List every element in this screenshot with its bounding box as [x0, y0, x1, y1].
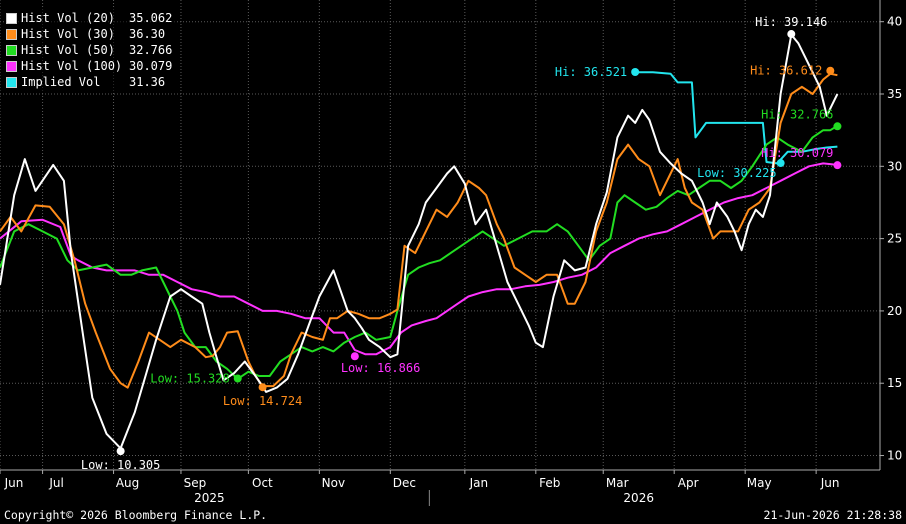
- annotation-label: Low: 30.225: [697, 166, 776, 180]
- legend-value: 32.766: [129, 43, 173, 57]
- year-label: 2026: [623, 491, 654, 505]
- legend-name: Implied Vol: [21, 75, 101, 89]
- x-tick-label: Feb: [539, 476, 560, 490]
- legend-swatch: [6, 76, 17, 88]
- annotation-label: Low: 10.305: [81, 458, 160, 472]
- legend-value: 31.36: [129, 75, 166, 89]
- legend-swatch: [6, 28, 17, 40]
- y-tick-label: 40: [887, 15, 902, 29]
- series-line: [0, 124, 838, 380]
- legend-item[interactable]: Implied Vol 31.36: [6, 74, 172, 90]
- annotation-marker: [631, 68, 640, 77]
- annotation-marker: [826, 66, 835, 75]
- annotation-marker: [258, 383, 267, 392]
- annotation-marker: [787, 30, 796, 39]
- y-tick-label: 25: [887, 232, 902, 246]
- annotation-marker: [833, 122, 842, 131]
- legend-item[interactable]: Hist Vol (20) 35.062: [6, 10, 172, 26]
- x-tick-label: Sep: [184, 476, 207, 490]
- annotation-label: Hi: 32.766: [761, 107, 833, 121]
- legend-value: 36.30: [129, 27, 166, 41]
- annotation-marker: [233, 374, 242, 383]
- annotation-marker: [833, 161, 842, 170]
- y-tick-label: 15: [887, 376, 902, 390]
- x-tick-label: Oct: [252, 476, 273, 490]
- legend-name: Hist Vol (20): [21, 11, 115, 25]
- x-tick-label: Jul: [48, 476, 63, 490]
- y-tick-label: 20: [887, 304, 902, 318]
- timestamp-text: 21-Jun-2026 21:28:38: [763, 508, 902, 522]
- legend-swatch: [6, 60, 17, 72]
- x-tick-label: Nov: [322, 476, 345, 490]
- legend-item[interactable]: Hist Vol (100) 30.079: [6, 58, 172, 74]
- annotation-label: Hi: 30.079: [761, 146, 833, 160]
- year-label: 2025: [194, 491, 225, 505]
- legend-swatch: [6, 12, 17, 24]
- legend-name: Hist Vol (30): [21, 27, 115, 41]
- annotation-label: Low: 14.724: [223, 394, 302, 408]
- annotation-marker: [116, 447, 125, 456]
- legend-swatch: [6, 44, 17, 56]
- legend-name: Hist Vol (100): [21, 59, 123, 73]
- annotation-label: Hi: 39.146: [755, 15, 827, 29]
- chart-legend: Hist Vol (20) 35.062 Hist Vol (30) 36.30…: [4, 8, 177, 92]
- x-tick-label: Jun: [820, 476, 840, 490]
- x-tick-label: Aug: [116, 476, 139, 490]
- annotation-label: Hi: 36.521: [555, 65, 627, 79]
- x-tick-label: Jan: [469, 476, 489, 490]
- legend-value: 30.079: [129, 59, 173, 73]
- y-tick-label: 35: [887, 87, 902, 101]
- x-tick-label: Dec: [393, 476, 416, 490]
- x-tick-label: Mar: [606, 476, 629, 490]
- annotation-label: Hi: 36.612: [750, 64, 822, 78]
- y-tick-label: 10: [887, 449, 902, 463]
- annotation-marker: [350, 352, 359, 361]
- copyright-text: Copyright© 2026 Bloomberg Finance L.P.: [4, 508, 268, 522]
- x-tick-label: Jun: [4, 476, 24, 490]
- x-tick-label: Apr: [678, 476, 699, 490]
- y-tick-label: 30: [887, 159, 902, 173]
- series-line: [0, 162, 838, 356]
- legend-item[interactable]: Hist Vol (50) 32.766: [6, 42, 172, 58]
- annotation-label: Low: 15.328: [150, 371, 229, 385]
- x-tick-label: May: [747, 476, 772, 490]
- series-line: [0, 72, 838, 389]
- annotation-label: Low: 16.866: [341, 361, 420, 375]
- legend-name: Hist Vol (50): [21, 43, 115, 57]
- legend-item[interactable]: Hist Vol (30) 36.30: [6, 26, 172, 42]
- legend-value: 35.062: [129, 11, 173, 25]
- annotation-marker: [776, 159, 785, 168]
